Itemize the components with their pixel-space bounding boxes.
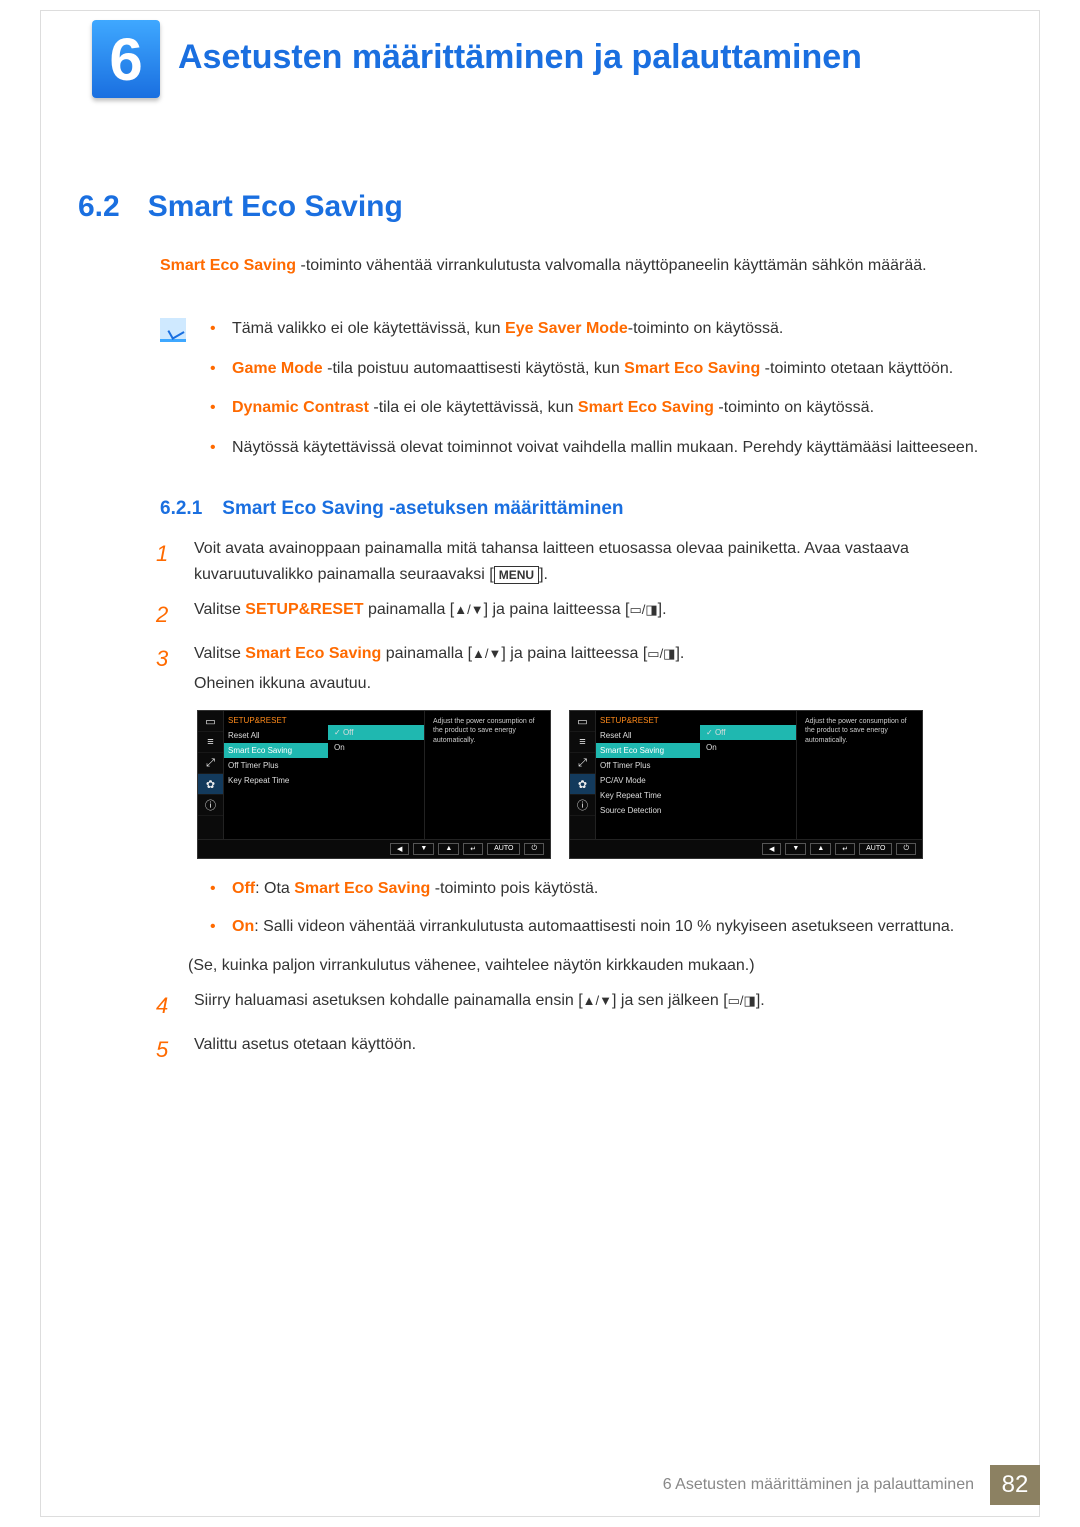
osd-submenu: Off On bbox=[700, 711, 796, 839]
nav-up-icon: ▲ bbox=[810, 843, 831, 855]
intro-paragraph: Smart Eco Saving -toiminto vähentää virr… bbox=[160, 254, 990, 279]
option-off: Off: Ota Smart Eco Saving -toiminto pois… bbox=[210, 876, 990, 902]
size-icon: ⤢ bbox=[198, 753, 223, 774]
osd-item: Key Repeat Time bbox=[224, 773, 328, 788]
osd-panel-2: ▭ ≡ ⤢ ✿ ⓘ SETUP&RESET Reset All Smart Ec… bbox=[569, 710, 923, 859]
page-number: 82 bbox=[990, 1465, 1040, 1505]
osd-item: Key Repeat Time bbox=[596, 788, 700, 803]
subsection-title: Smart Eco Saving -asetuksen määrittämine… bbox=[222, 498, 623, 519]
osd-item-selected: Smart Eco Saving bbox=[596, 743, 700, 758]
note-list: Tämä valikko ei ole käytettävissä, kun E… bbox=[210, 316, 990, 474]
osd-sub-off: Off bbox=[700, 725, 796, 740]
osd-menu-title: SETUP&RESET bbox=[596, 713, 700, 728]
nav-left-icon: ◀ bbox=[762, 843, 781, 855]
osd-panel-1: ▭ ≡ ⤢ ✿ ⓘ SETUP&RESET Reset All Smart Ec… bbox=[197, 710, 551, 859]
nav-down-icon: ▼ bbox=[413, 843, 434, 855]
nav-enter-icon: ↵ bbox=[463, 843, 483, 855]
osd-iconbar: ▭ ≡ ⤢ ✿ ⓘ bbox=[570, 711, 596, 839]
nav-auto: AUTO bbox=[859, 843, 892, 855]
subsection-number: 6.2.1 bbox=[160, 498, 202, 519]
up-down-icon: ▲/▼ bbox=[472, 646, 501, 661]
nav-enter-icon: ↵ bbox=[835, 843, 855, 855]
nav-auto: AUTO bbox=[487, 843, 520, 855]
lines-icon: ≡ bbox=[198, 732, 223, 753]
size-icon: ⤢ bbox=[570, 753, 595, 774]
option-on: On: Salli videon vähentää virrankulutust… bbox=[210, 914, 990, 940]
nav-power-icon: ⏻ bbox=[896, 843, 916, 855]
osd-submenu: Off On bbox=[328, 711, 424, 839]
rect-pip-icon: ▭/◨ bbox=[728, 993, 756, 1008]
osd-navbar: ◀ ▼ ▲ ↵ AUTO ⏻ bbox=[198, 839, 550, 858]
note-icon bbox=[160, 318, 186, 342]
page-footer: 6 Asetusten määrittäminen ja palauttamin… bbox=[663, 1465, 1040, 1505]
osd-iconbar: ▭ ≡ ⤢ ✿ ⓘ bbox=[198, 711, 224, 839]
monitor-icon: ▭ bbox=[570, 711, 595, 732]
step-2: 2 Valitse SETUP&RESET painamalla [▲/▼] j… bbox=[156, 597, 990, 633]
info-icon: ⓘ bbox=[570, 795, 595, 816]
steps-lower: 4 Siirry haluamasi asetuksen kohdalle pa… bbox=[156, 988, 990, 1077]
up-down-icon: ▲/▼ bbox=[583, 993, 612, 1008]
osd-item-selected: Smart Eco Saving bbox=[224, 743, 328, 758]
option-note: (Se, kuinka paljon virrankulutus vähenee… bbox=[188, 953, 990, 979]
osd-sub-on: On bbox=[700, 740, 796, 755]
lines-icon: ≡ bbox=[570, 732, 595, 753]
osd-sub-on: On bbox=[328, 740, 424, 755]
step-1: 1 Voit avata avainoppaan painamalla mitä… bbox=[156, 536, 990, 589]
osd-screenshots: ▭ ≡ ⤢ ✿ ⓘ SETUP&RESET Reset All Smart Ec… bbox=[197, 710, 923, 859]
monitor-icon: ▭ bbox=[198, 711, 223, 732]
step-4: 4 Siirry haluamasi asetuksen kohdalle pa… bbox=[156, 988, 990, 1024]
osd-options-list: Off: Ota Smart Eco Saving -toiminto pois… bbox=[210, 876, 990, 991]
nav-up-icon: ▲ bbox=[438, 843, 459, 855]
note-item-1: Tämä valikko ei ole käytettävissä, kun E… bbox=[210, 316, 990, 342]
osd-menu: SETUP&RESET Reset All Smart Eco Saving O… bbox=[596, 711, 700, 839]
note-item-2: Game Mode -tila poistuu automaattisesti … bbox=[210, 356, 990, 382]
footer-text: 6 Asetusten määrittäminen ja palauttamin… bbox=[663, 1476, 974, 1494]
osd-item: Source Detection bbox=[596, 803, 700, 818]
section-title: Smart Eco Saving bbox=[148, 190, 403, 223]
osd-item: Reset All bbox=[224, 728, 328, 743]
step-3: 3 Valitse Smart Eco Saving painamalla [▲… bbox=[156, 641, 990, 698]
up-down-icon: ▲/▼ bbox=[454, 602, 483, 617]
steps-upper: 1 Voit avata avainoppaan painamalla mitä… bbox=[156, 536, 990, 706]
nav-down-icon: ▼ bbox=[785, 843, 806, 855]
chapter-badge: 6 bbox=[92, 20, 160, 98]
osd-item: Reset All bbox=[596, 728, 700, 743]
osd-description: Adjust the power consumption of the prod… bbox=[424, 711, 550, 839]
nav-left-icon: ◀ bbox=[390, 843, 409, 855]
osd-item: Off Timer Plus bbox=[596, 758, 700, 773]
gear-icon: ✿ bbox=[570, 774, 595, 795]
info-icon: ⓘ bbox=[198, 795, 223, 816]
subsection-heading: 6.2.1 Smart Eco Saving -asetuksen määritt… bbox=[160, 498, 624, 520]
rect-pip-icon: ▭/◨ bbox=[647, 646, 675, 661]
osd-sub-off: Off bbox=[328, 725, 424, 740]
chapter-title: Asetusten määrittäminen ja palauttaminen bbox=[178, 38, 862, 77]
osd-menu: SETUP&RESET Reset All Smart Eco Saving O… bbox=[224, 711, 328, 839]
intro-text: -toiminto vähentää virrankulutusta valvo… bbox=[296, 257, 927, 274]
gear-icon: ✿ bbox=[198, 774, 223, 795]
nav-power-icon: ⏻ bbox=[524, 843, 544, 855]
osd-item: PC/AV Mode bbox=[596, 773, 700, 788]
section-number: 6.2 bbox=[78, 190, 120, 223]
osd-navbar: ◀ ▼ ▲ ↵ AUTO ⏻ bbox=[570, 839, 922, 858]
intro-bold: Smart Eco Saving bbox=[160, 257, 296, 274]
menu-button-label: MENU bbox=[494, 566, 539, 584]
osd-item: Off Timer Plus bbox=[224, 758, 328, 773]
osd-menu-title: SETUP&RESET bbox=[224, 713, 328, 728]
osd-description: Adjust the power consumption of the prod… bbox=[796, 711, 922, 839]
section-heading: 6.2 Smart Eco Saving bbox=[78, 190, 403, 224]
note-item-4: Näytössä käytettävissä olevat toiminnot … bbox=[210, 435, 990, 461]
note-item-3: Dynamic Contrast -tila ei ole käytettävi… bbox=[210, 395, 990, 421]
step-5: 5 Valittu asetus otetaan käyttöön. bbox=[156, 1032, 990, 1068]
rect-pip-icon: ▭/◨ bbox=[629, 602, 657, 617]
